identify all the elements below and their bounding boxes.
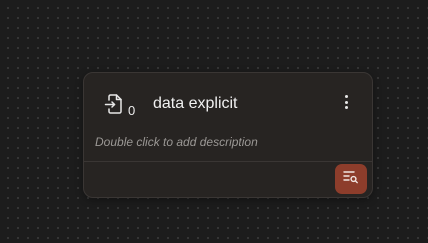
node-divider: [84, 161, 372, 162]
flow-canvas[interactable]: 0 data explicit Double click to add desc…: [0, 0, 428, 243]
node-header: 0 data explicit: [84, 73, 372, 133]
node-count: 0: [128, 103, 136, 118]
more-vertical-icon[interactable]: [338, 95, 354, 113]
file-import-icon: [104, 93, 124, 115]
inspect-output-button[interactable]: [335, 164, 367, 194]
list-search-icon: [343, 170, 359, 189]
node-description[interactable]: Double click to add description: [95, 135, 258, 149]
node-title[interactable]: data explicit: [153, 95, 238, 113]
data-node[interactable]: 0 data explicit Double click to add desc…: [83, 72, 373, 198]
